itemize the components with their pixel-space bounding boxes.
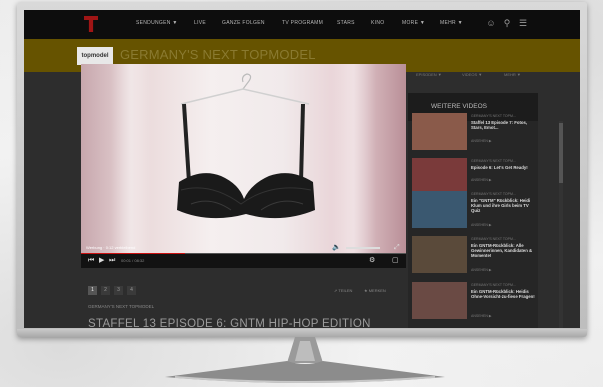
tv-screen: SENDUNGEN ▼ LIVE GANZE FOLGEN TV PROGRAM…: [24, 10, 580, 328]
video-thumbnail[interactable]: [412, 113, 467, 150]
video-watch-link[interactable]: ANSEHEN ▶: [471, 178, 492, 182]
video-title[interactable]: Ein "GNTM" Rückblick: Heidi Klum und ihr…: [471, 198, 535, 214]
nav-item-stars[interactable]: STARS: [337, 20, 355, 26]
video-watch-link[interactable]: ANSEHEN ▶: [471, 139, 492, 143]
subnav-videos[interactable]: VIDEOS ▼: [462, 72, 482, 77]
video-thumbnail[interactable]: [412, 191, 467, 228]
video-category: GERMANY'S NEXT TOPM...: [471, 114, 516, 118]
video-watch-link[interactable]: ANSEHEN ▶: [471, 314, 492, 318]
settings-icon[interactable]: ⚙: [369, 257, 375, 265]
menu-icon[interactable]: ☰: [518, 18, 528, 28]
share-label: TEILEN: [338, 288, 353, 293]
nav-item-mehr[interactable]: MEHR ▼: [440, 20, 463, 26]
bookmark-label: MERKEN: [368, 288, 386, 293]
sidebar-title: WEITERE VIDEOS: [431, 103, 487, 110]
nav-item-tv-programm[interactable]: TV PROGRAMM: [282, 20, 323, 26]
video-watch-link[interactable]: ANSEHEN ▶: [471, 268, 492, 272]
bra-on-hanger-image: [177, 73, 315, 219]
related-video-item[interactable]: GERMANY'S NEXT TOPM... Ein GNTM-Rückblic…: [412, 280, 538, 324]
playback-time: 00:01 / 08:32: [121, 258, 145, 263]
show-logo[interactable]: topmodel: [77, 47, 113, 65]
video-title[interactable]: Ein GNTM-Rückblick: Alle Gewinnerinnen, …: [471, 243, 535, 259]
skip-forward-icon[interactable]: ⏭: [109, 257, 115, 265]
page-button-1[interactable]: 1: [88, 286, 97, 295]
search-icon[interactable]: ⚲: [502, 18, 512, 28]
video-thumbnail[interactable]: [412, 282, 467, 319]
video-category: GERMANY'S NEXT TOPM...: [471, 283, 516, 287]
related-video-item[interactable]: GERMANY'S NEXT TOPM... Ein GNTM-Rückblic…: [412, 234, 538, 278]
volume-icon[interactable]: 🔈: [332, 244, 341, 252]
video-thumbnail[interactable]: [412, 236, 467, 273]
fullscreen-icon[interactable]: ⤢: [394, 244, 400, 252]
video-category: GERMANY'S NEXT TOPM...: [471, 192, 516, 196]
subnav-mehr[interactable]: MEHR ▼: [504, 72, 521, 77]
subnav-episoden[interactable]: EPISODEN ▼: [416, 72, 442, 77]
show-title: GERMANY'S NEXT TOPMODEL: [120, 47, 316, 62]
tv-bottom-bezel: [17, 329, 587, 337]
tv-stand: [165, 337, 445, 383]
nav-item-more[interactable]: MORE ▼: [402, 20, 425, 26]
page-button-4[interactable]: 4: [127, 286, 136, 295]
nav-item-live[interactable]: LIVE: [194, 20, 206, 26]
nav-item-kino[interactable]: KINO: [371, 20, 384, 26]
page-button-2[interactable]: 2: [101, 286, 110, 295]
video-category: GERMANY'S NEXT TOPM...: [471, 237, 516, 241]
volume-slider[interactable]: [346, 247, 380, 249]
bookmark-button[interactable]: ★ MERKEN: [364, 288, 386, 293]
page-button-3[interactable]: 3: [114, 286, 123, 295]
play-icon[interactable]: ▶: [99, 257, 104, 265]
share-button[interactable]: ➚ TEILEN: [334, 288, 352, 293]
user-icon[interactable]: ☺: [486, 18, 496, 28]
fullscreen-exit-icon[interactable]: ▢: [392, 257, 399, 265]
nav-item-sendungen[interactable]: SENDUNGEN ▼: [136, 20, 178, 26]
related-video-item[interactable]: GERMANY'S NEXT TOPM... Ein "GNTM" Rückbl…: [412, 189, 538, 233]
video-category: GERMANY'S NEXT TOPM...: [471, 159, 516, 163]
nav-item-ganze-folgen[interactable]: GANZE FOLGEN: [222, 20, 265, 26]
related-video-item[interactable]: GERMANY'S NEXT TOPM... Staffel 13 Episod…: [412, 111, 538, 155]
sidebar-scroll-thumb[interactable]: [559, 123, 563, 183]
video-title[interactable]: Episode 6: Let's Get Ready!: [471, 165, 535, 170]
episode-title: STAFFEL 13 EPISODE 6: GNTM HIP-HOP EDITI…: [88, 318, 371, 328]
video-title[interactable]: Staffel 13 Episode 7: Fotos, Stars, Emot…: [471, 120, 535, 130]
ad-countdown: Werbung · 0:12 verbleibend: [86, 245, 136, 250]
video-title[interactable]: Ein GNTM-Rückblick: Heidis Ohne-Vorsicht…: [471, 289, 535, 299]
video-watch-link[interactable]: ANSEHEN ▶: [471, 223, 492, 227]
video-player[interactable]: [81, 64, 406, 254]
breadcrumb[interactable]: GERMANY'S NEXT TOPMODEL: [88, 304, 154, 309]
skip-back-icon[interactable]: ⏮: [88, 257, 94, 265]
